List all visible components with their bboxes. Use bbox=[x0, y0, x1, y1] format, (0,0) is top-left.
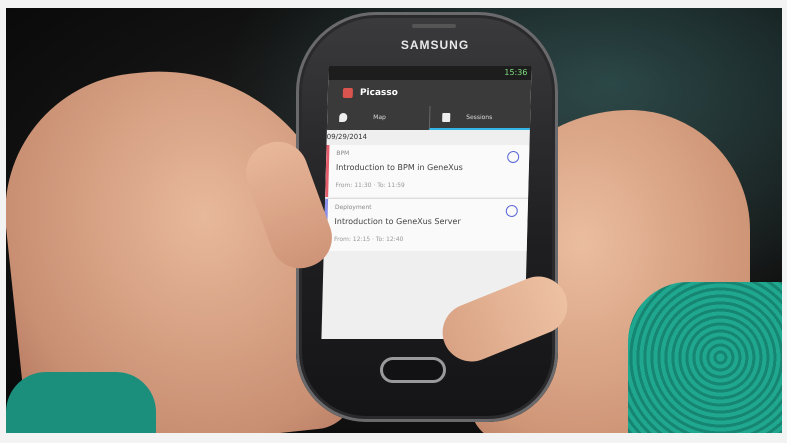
favorite-icon[interactable] bbox=[507, 151, 520, 163]
frame-border bbox=[782, 0, 787, 443]
track-color-bar bbox=[325, 145, 330, 197]
photo-scene: SAMSUNG 15:36 Picasso Map Sessions 09/29… bbox=[0, 0, 787, 443]
status-time: 15:36 bbox=[504, 68, 528, 77]
home-button[interactable] bbox=[380, 357, 446, 383]
calendar-icon bbox=[442, 113, 451, 122]
right-sleeve bbox=[628, 282, 782, 433]
map-pin-icon bbox=[339, 113, 348, 122]
date-header: 09/29/2014 bbox=[326, 133, 368, 141]
session-track: BPM bbox=[336, 150, 350, 157]
tab-sessions[interactable]: Sessions bbox=[428, 106, 531, 130]
frame-border bbox=[0, 0, 787, 8]
app-title: Picasso bbox=[359, 88, 398, 98]
tab-map[interactable]: Map bbox=[327, 106, 428, 130]
status-bar: 15:36 bbox=[328, 66, 532, 80]
action-bar: Picasso bbox=[327, 80, 532, 106]
session-track: Deployment bbox=[334, 204, 372, 211]
tab-sessions-label: Sessions bbox=[466, 114, 493, 121]
frame-border bbox=[0, 0, 6, 443]
favorite-icon[interactable] bbox=[505, 205, 518, 217]
phone-speaker bbox=[412, 24, 456, 28]
phone-brand-label: SAMSUNG bbox=[400, 38, 470, 52]
left-sleeve bbox=[6, 372, 156, 433]
session-item[interactable]: BPM Introduction to BPM in GeneXus From:… bbox=[325, 145, 530, 197]
session-item[interactable]: Deployment Introduction to GeneXus Serve… bbox=[323, 199, 529, 251]
frame-border bbox=[0, 433, 787, 443]
tab-bar: Map Sessions bbox=[326, 106, 531, 130]
app-icon bbox=[342, 88, 353, 98]
session-time: From: 12:15 · To: 12:40 bbox=[333, 236, 404, 243]
session-title: Introduction to BPM in GeneXus bbox=[335, 163, 464, 172]
session-title: Introduction to GeneXus Server bbox=[334, 217, 461, 226]
session-time: From: 11:30 · To: 11:59 bbox=[335, 182, 405, 189]
tab-map-label: Map bbox=[373, 114, 386, 121]
